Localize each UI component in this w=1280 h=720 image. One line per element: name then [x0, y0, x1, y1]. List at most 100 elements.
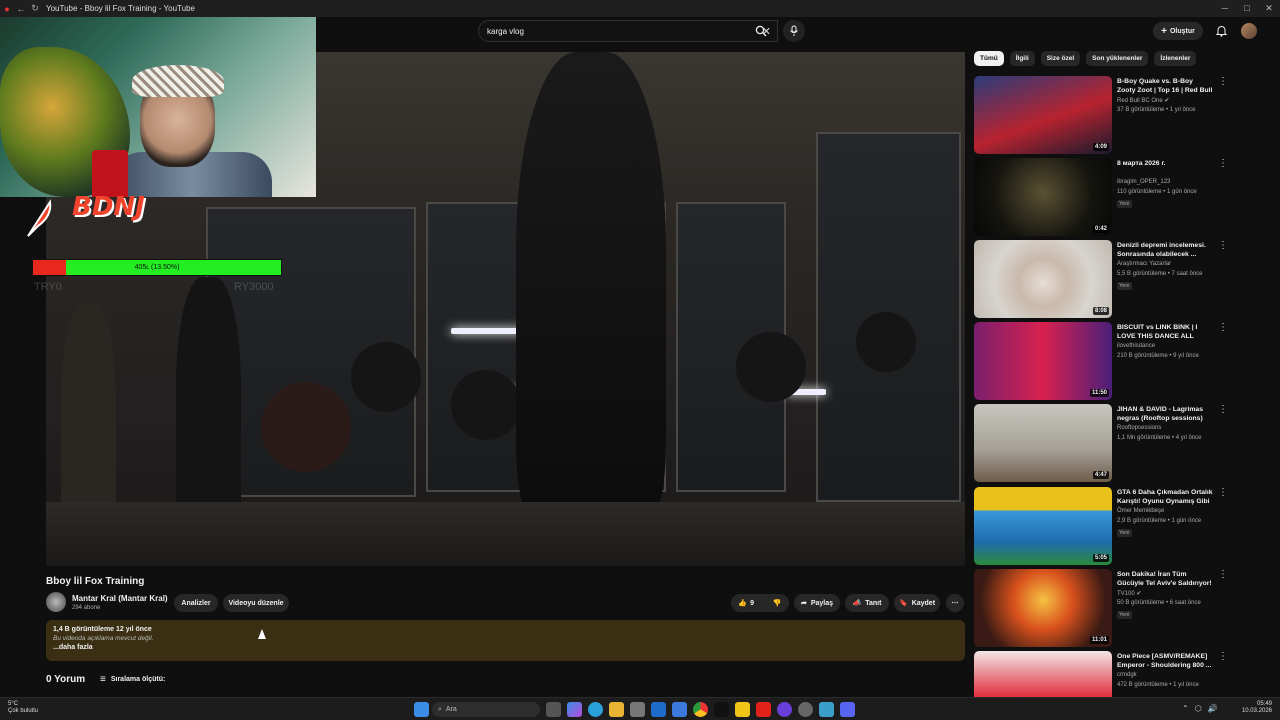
more-options-icon[interactable]: ⋮ — [1218, 651, 1228, 662]
channel-name[interactable]: Araştırmacı Yazarlar — [1117, 261, 1171, 267]
settings-icon[interactable] — [798, 702, 813, 717]
search-input[interactable]: karga vlog ✕ — [478, 20, 778, 42]
x-app-icon[interactable] — [714, 702, 729, 717]
more-options-icon[interactable]: ⋮ — [1218, 322, 1228, 333]
video-title[interactable]: Son Dakika! İran Tüm Gücüyle Tel Aviv'e … — [1117, 570, 1213, 588]
back-icon[interactable]: ← — [14, 4, 28, 14]
clock-time: 05:49 — [1256, 701, 1272, 707]
like-button[interactable]: 👍 9 — [738, 599, 754, 608]
sort-comments-button[interactable]: ≡ Sıralama ölçütü: — [100, 674, 165, 685]
video-thumbnail[interactable]: 5:05 — [974, 487, 1112, 565]
close-window-icon[interactable]: ✕ — [1258, 3, 1280, 14]
video-thumbnail[interactable]: 8:08 — [974, 240, 1112, 318]
wall-disc — [261, 382, 351, 472]
app-icon[interactable] — [672, 702, 687, 717]
task-view-icon[interactable] — [546, 702, 561, 717]
recommendation-item[interactable]: 11:50 BISCUIT vs LINK BINK | I LOVE THIS… — [974, 322, 1274, 400]
description-text: Bu videoda açıklama mevcut değil. — [53, 635, 154, 642]
channel-name[interactable]: Red Bull BC One ✔ — [1117, 97, 1169, 104]
video-title[interactable]: GTA 6 Daha Çıkmadan Ortalık Karıştı! Oyu… — [1117, 488, 1213, 506]
minimize-icon[interactable]: ─ — [1214, 3, 1236, 14]
video-thumbnail[interactable]: 0:42 — [974, 158, 1112, 236]
video-title[interactable]: JIHAN & DAVID - Lagrimas negras (Rooftop… — [1117, 405, 1213, 423]
notifications-button[interactable] — [1213, 23, 1229, 39]
show-more-link[interactable]: ...daha fazla — [53, 644, 958, 651]
video-title[interactable]: B-Boy Quake vs. B-Boy Zooty Zoot | Top 1… — [1117, 77, 1213, 95]
edit-video-button[interactable]: Videoyu düzenle — [223, 594, 289, 612]
channel-name[interactable]: ilovethisdance — [1117, 343, 1155, 349]
maximize-icon[interactable]: □ — [1236, 3, 1258, 14]
recommendation-item[interactable]: 4:09 B-Boy Quake vs. B-Boy Zooty Zoot | … — [974, 76, 1274, 154]
more-options-icon[interactable]: ⋮ — [1218, 240, 1228, 251]
discord-icon[interactable] — [840, 702, 855, 717]
more-actions-button[interactable]: ⋯ — [946, 594, 964, 612]
channel-name[interactable]: TV100 ✔ — [1117, 590, 1141, 597]
recommendation-item[interactable]: 4:47 JIHAN & DAVID - Lagrimas negras (Ro… — [974, 404, 1274, 482]
video-title[interactable]: 8 марта 2026 г. — [1117, 159, 1213, 168]
weather-description: Çok bulutlu — [8, 708, 39, 714]
create-button[interactable]: + Oluştur — [1153, 22, 1203, 40]
channel-name[interactable]: Rooftopsessions — [1117, 425, 1161, 431]
youtube-icon[interactable] — [756, 702, 771, 717]
network-icon[interactable]: ⬡ — [1195, 704, 1202, 713]
app-icon[interactable] — [777, 702, 792, 717]
video-thumbnail[interactable]: 11:01 — [974, 569, 1112, 647]
share-button[interactable]: ➦ Paylaş — [794, 594, 840, 612]
channel-avatar[interactable] — [46, 592, 66, 612]
calendar-icon[interactable] — [630, 702, 645, 717]
analytics-button[interactable]: Analizler — [174, 594, 218, 612]
video-thumbnail[interactable]: 11:50 — [974, 322, 1112, 400]
copilot-icon[interactable] — [567, 702, 582, 717]
more-dots-icon: ⋯ — [951, 600, 959, 607]
recommendation-item[interactable]: 0:42 8 марта 2026 г. ibragim_OPER_123 11… — [974, 158, 1274, 236]
voice-search-button[interactable] — [783, 20, 805, 42]
reload-icon[interactable]: ↻ — [28, 3, 42, 14]
more-options-icon[interactable]: ⋮ — [1218, 404, 1228, 415]
recommendation-item[interactable]: One Piece [ASMV/REMAKE] Emperor - Should… — [974, 651, 1274, 697]
save-button[interactable]: 🔖 Kaydet — [894, 594, 940, 612]
recommendation-item[interactable]: 5:05 GTA 6 Daha Çıkmadan Ortalık Karıştı… — [974, 487, 1274, 565]
promote-button[interactable]: 📣 Tanıt — [845, 594, 889, 612]
channel-name[interactable]: Mantar Kral (Mantar Kral) — [72, 594, 168, 603]
start-icon[interactable] — [414, 702, 429, 717]
outlook-icon[interactable] — [651, 702, 666, 717]
chip-watched[interactable]: İzlenenler — [1154, 51, 1197, 66]
recommendation-item[interactable]: 8:08 Denizli depremi incelemesi. Sonrası… — [974, 240, 1274, 318]
more-options-icon[interactable]: ⋮ — [1218, 76, 1228, 87]
video-title[interactable]: One Piece [ASMV/REMAKE] Emperor - Should… — [1117, 652, 1213, 670]
channel-name[interactable]: Ömer Memikbeşe — [1117, 508, 1164, 514]
more-options-icon[interactable]: ⋮ — [1218, 569, 1228, 580]
video-title[interactable]: BISCUIT vs LINK BINK | I LOVE THIS DANCE… — [1117, 323, 1213, 341]
app-icon[interactable] — [819, 702, 834, 717]
volume-icon[interactable]: 🔊 — [1208, 704, 1218, 713]
dislike-button[interactable]: 👎 — [773, 599, 782, 607]
video-title[interactable]: Denizli depremi incelemesi. Sonrasında o… — [1117, 241, 1213, 259]
weather-temp: 5°C — [8, 701, 19, 707]
search-button[interactable] — [748, 20, 774, 42]
description-box[interactable]: 1,4 B görüntüleme 12 yıl önce Bu videoda… — [46, 620, 965, 661]
chip-all[interactable]: Tümü — [974, 51, 1004, 66]
recommendation-item[interactable]: 11:01 Son Dakika! İran Tüm Gücüyle Tel A… — [974, 569, 1274, 647]
weather-widget[interactable]: 5°C Çok bulutlu — [8, 701, 38, 715]
new-badge: Yeni — [1117, 529, 1132, 537]
view-count-and-date: 1,4 B görüntüleme 12 yıl önce — [53, 626, 152, 633]
taskbar-clock[interactable]: 05:49 10.03.2026 — [1236, 701, 1272, 715]
store-icon[interactable] — [735, 702, 750, 717]
video-thumbnail[interactable]: 4:09 — [974, 76, 1112, 154]
video-thumbnail[interactable]: 4:47 — [974, 404, 1112, 482]
chip-for-you[interactable]: Size özel — [1040, 51, 1081, 66]
video-duration: 5:05 — [1092, 554, 1109, 562]
chip-related[interactable]: İlgili — [1009, 51, 1035, 66]
more-options-icon[interactable]: ⋮ — [1218, 487, 1228, 498]
taskbar-search[interactable]: ⌕ Ara — [432, 702, 540, 717]
account-avatar[interactable] — [1241, 23, 1257, 39]
chrome-icon[interactable] — [693, 702, 708, 717]
file-explorer-icon[interactable] — [609, 702, 624, 717]
chevron-up-icon[interactable]: ⌃ — [1182, 704, 1189, 713]
channel-name[interactable]: ibragim_OPER_123 — [1117, 179, 1170, 185]
more-options-icon[interactable]: ⋮ — [1218, 158, 1228, 169]
chip-recently-uploaded[interactable]: Son yüklenenler — [1086, 51, 1149, 66]
edge-icon[interactable] — [588, 702, 603, 717]
channel-name[interactable]: crmdgk — [1117, 672, 1137, 678]
video-thumbnail[interactable] — [974, 651, 1112, 697]
